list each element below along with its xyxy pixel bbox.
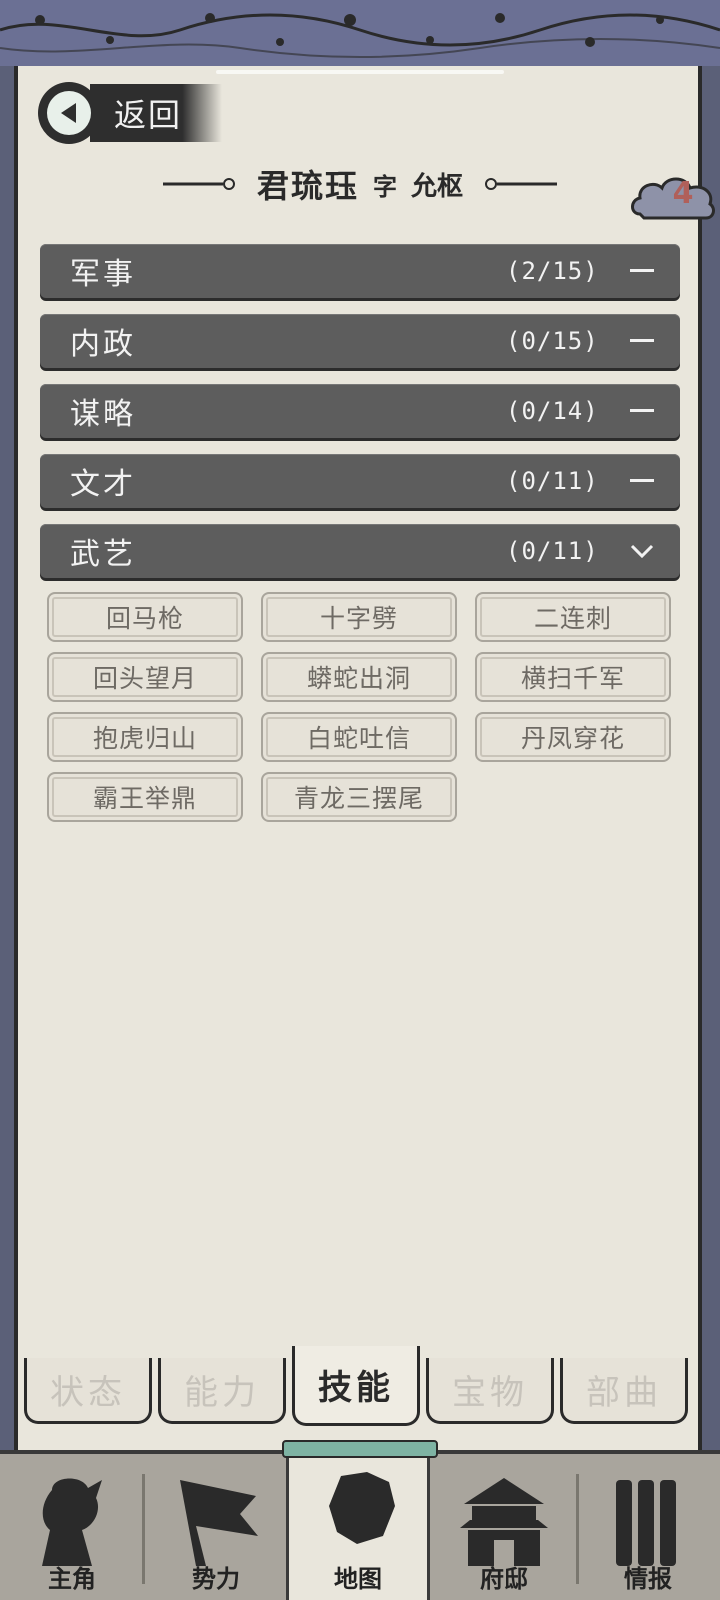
courtesy-name: 允枢	[411, 171, 464, 202]
courtesy-label: 字	[373, 172, 397, 201]
category-martial[interactable]: 武艺 (0/11)	[40, 524, 680, 578]
skill-item[interactable]: 抱虎归山	[47, 712, 243, 762]
category-count: (2/15)	[506, 257, 599, 285]
skill-item[interactable]: 横扫千军	[475, 652, 671, 702]
category-name: 武艺	[70, 537, 136, 572]
category-name: 文才	[70, 467, 136, 502]
skill-item[interactable]: 丹凤穿花	[475, 712, 671, 762]
category-military[interactable]: 军事 (2/15)	[40, 244, 680, 298]
character-tabs: 状态 能力 技能 宝物 部曲	[22, 1346, 702, 1428]
back-arrow-icon	[61, 103, 76, 123]
skill-item[interactable]: 青龙三摆尾	[261, 772, 457, 822]
hero-icon	[42, 1478, 102, 1566]
back-label: 返回	[90, 84, 223, 142]
skill-item[interactable]: 白蛇吐信	[261, 712, 457, 762]
category-name: 内政	[70, 327, 136, 362]
top-decorative-band	[0, 0, 720, 70]
collapse-dash-icon[interactable]	[630, 259, 654, 283]
category-strategy[interactable]: 谋略 (0/14)	[40, 384, 680, 438]
chevron-down-icon[interactable]	[630, 539, 654, 563]
character-name: 君琉珏	[256, 167, 359, 205]
mansion-icon	[460, 1478, 548, 1566]
nav-label: 势力	[192, 1565, 240, 1593]
tab-skills[interactable]: 技能	[292, 1346, 420, 1426]
tab-ability[interactable]: 能力	[158, 1358, 286, 1424]
back-button[interactable]: 返回	[38, 82, 238, 144]
tab-status[interactable]: 状态	[24, 1358, 152, 1424]
character-title: 君琉珏 字 允枢	[0, 160, 720, 208]
nav-map[interactable]: 地图	[286, 1450, 430, 1600]
nav-label: 府邸	[480, 1565, 528, 1593]
back-icon-circle	[38, 82, 100, 144]
skill-item[interactable]: 十字劈	[261, 592, 457, 642]
nav-hero[interactable]: 主角	[0, 1454, 144, 1600]
category-name: 军事	[70, 257, 136, 292]
nav-label: 主角	[48, 1565, 96, 1593]
skill-item[interactable]: 回头望月	[47, 652, 243, 702]
nav-label: 情报	[624, 1565, 672, 1593]
scroll-indicator	[216, 70, 504, 74]
category-count: (0/15)	[506, 327, 599, 355]
left-frame	[0, 66, 14, 1450]
category-count: (0/11)	[506, 537, 599, 565]
active-nav-cap	[282, 1440, 438, 1458]
flag-icon	[180, 1480, 258, 1566]
badge-count: 4	[672, 176, 694, 211]
floral-pattern	[0, 13, 720, 58]
tab-retainers[interactable]: 部曲	[560, 1358, 688, 1424]
notification-cloud-badge[interactable]: 4	[630, 170, 716, 226]
collapse-dash-icon[interactable]	[630, 469, 654, 493]
nav-mansion[interactable]: 府邸	[432, 1454, 576, 1600]
category-count: (0/11)	[506, 467, 599, 495]
title-ornament-right	[485, 178, 558, 190]
category-count: (0/14)	[506, 397, 599, 425]
map-icon	[329, 1472, 395, 1544]
skill-item[interactable]: 蟒蛇出洞	[261, 652, 457, 702]
title-ornament-left	[162, 178, 235, 190]
right-frame	[702, 66, 720, 1450]
skill-item[interactable]: 二连刺	[475, 592, 671, 642]
category-literary[interactable]: 文才 (0/11)	[40, 454, 680, 508]
tab-treasure[interactable]: 宝物	[426, 1358, 554, 1424]
skill-item[interactable]: 回马枪	[47, 592, 243, 642]
collapse-dash-icon[interactable]	[630, 399, 654, 423]
nav-label: 地图	[334, 1565, 382, 1593]
nav-faction[interactable]: 势力	[144, 1454, 288, 1600]
bottom-navigation: 主角 势力 地图 府邸 情报	[0, 1450, 720, 1600]
collapse-dash-icon[interactable]	[630, 329, 654, 353]
skill-item[interactable]: 霸王举鼎	[47, 772, 243, 822]
scroll-icon	[616, 1480, 676, 1566]
category-name: 谋略	[70, 397, 136, 432]
nav-intel[interactable]: 情报	[576, 1454, 720, 1600]
category-administration[interactable]: 内政 (0/15)	[40, 314, 680, 368]
